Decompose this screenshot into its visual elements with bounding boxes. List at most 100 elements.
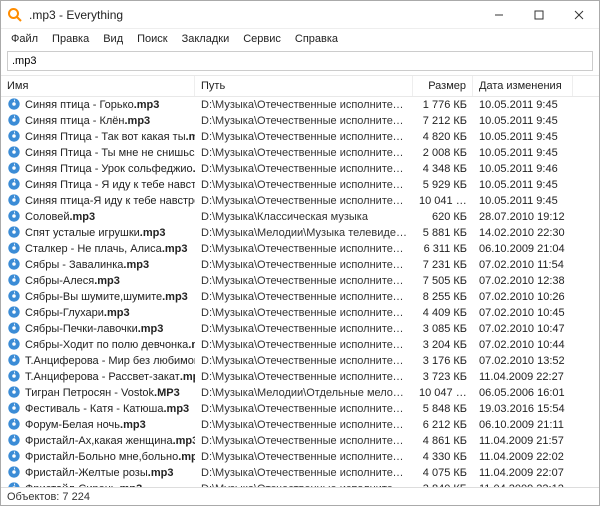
window-title: .mp3 - Everything [29,8,479,22]
file-path: D:\Музыка\Отечественные исполнители\9... [195,467,413,479]
file-date: 06.10.2009 21:04 [473,243,573,255]
file-name: Т.Анциферова - Рассвет-закат.mp3 [25,371,195,383]
table-row[interactable]: Сябры-Алеся.mp3D:\Музыка\Отечественные и… [1,273,599,289]
menu-view[interactable]: Вид [97,31,129,47]
table-row[interactable]: Синяя Птица - Так вот какая ты.mp3D:\Муз… [1,129,599,145]
table-row[interactable]: Тигран Петросян - Vostok.MP3D:\Музыка\Ме… [1,385,599,401]
file-size: 3 085 КБ [413,323,473,335]
titlebar: .mp3 - Everything [1,1,599,29]
file-size: 4 409 КБ [413,307,473,319]
table-row[interactable]: Синяя Птица - Я иду к тебе навстречу.м..… [1,177,599,193]
table-row[interactable]: Синяя Птица - Урок сольфеджио.mp3D:\Музы… [1,161,599,177]
file-date: 10.05.2011 9:46 [473,163,573,175]
table-row[interactable]: Сябры - Завалинка.mp3D:\Музыка\Отечестве… [1,257,599,273]
mp3-file-icon [7,273,21,290]
mp3-file-icon [7,161,21,178]
mp3-file-icon [7,401,21,418]
menubar: Файл Правка Вид Поиск Закладки Сервис Сп… [1,29,599,49]
mp3-file-icon [7,369,21,386]
file-date: 07.02.2010 12:38 [473,275,573,287]
file-size: 4 820 КБ [413,131,473,143]
file-size: 5 881 КБ [413,227,473,239]
column-header-path[interactable]: Путь [195,76,413,96]
file-date: 10.05.2011 9:45 [473,179,573,191]
table-row[interactable]: Фристайл-Больно мне,больно.mp3D:\Музыка\… [1,449,599,465]
mp3-file-icon [7,225,21,242]
table-row[interactable]: Фристайл-Желтые розы.mp3D:\Музыка\Отечес… [1,465,599,481]
file-path: D:\Музыка\Отечественные исполнители\8... [195,307,413,319]
table-row[interactable]: Фристайл-Ах,какая женщина.mp3D:\Музыка\О… [1,433,599,449]
file-size: 620 КБ [413,211,473,223]
file-size: 5 929 КБ [413,179,473,191]
file-path: D:\Музыка\Отечественные исполнители\8... [195,371,413,383]
mp3-file-icon [7,321,21,338]
search-input[interactable] [8,52,592,70]
table-row[interactable]: Синяя птица-Я иду к тебе навстречу.mp3D:… [1,193,599,209]
file-date: 11.04.2009 22:07 [473,467,573,479]
mp3-file-icon [7,289,21,306]
table-row[interactable]: Соловей.mp3D:\Музыка\Классическая музыка… [1,209,599,225]
table-row[interactable]: Форум-Белая ночь.mp3D:\Музыка\Отечествен… [1,417,599,433]
file-size: 3 723 КБ [413,371,473,383]
file-name: Синяя Птица - Так вот какая ты.mp3 [25,131,195,143]
file-path: D:\Музыка\Отечественные исполнители\7... [195,195,413,207]
column-header-name[interactable]: Имя [1,76,195,96]
minimize-button[interactable] [479,1,519,29]
menu-search[interactable]: Поиск [131,31,173,47]
results-list[interactable]: Синяя птица - Горько.mp3D:\Музыка\Отечес… [1,97,599,487]
table-row[interactable]: Т.Анциферова - Рассвет-закат.mp3D:\Музык… [1,369,599,385]
file-name: Сябры-Алеся.mp3 [25,275,120,287]
file-path: D:\Музыка\Отечественные исполнители\7... [195,99,413,111]
file-path: D:\Музыка\Отечественные исполнители\8... [195,403,413,415]
menu-bookmarks[interactable]: Закладки [176,31,236,47]
mp3-file-icon [7,385,21,402]
file-path: D:\Музыка\Отечественные исполнители\7... [195,355,413,367]
mp3-file-icon [7,305,21,322]
table-row[interactable]: Фестиваль - Катя - Катюша.mp3 D:\Музыка\О… [1,401,599,417]
file-size: 2 008 КБ [413,147,473,159]
file-size: 10 041 КБ [413,195,473,207]
file-size: 7 212 КБ [413,115,473,127]
mp3-file-icon [7,177,21,194]
table-row[interactable]: Сябры-Глухари.mp3D:\Музыка\Отечественные… [1,305,599,321]
menu-service[interactable]: Сервис [237,31,287,47]
table-row[interactable]: Синяя птица - Клён.mp3D:\Музыка\Отечеств… [1,113,599,129]
table-row[interactable]: Синяя Птица - Ты мне не снишься.mp3D:\Му… [1,145,599,161]
column-header-date[interactable]: Дата изменения [473,76,573,96]
table-row[interactable]: Сябры-Ходит по полю девчонка.mp3D:\Музык… [1,337,599,353]
table-row[interactable]: Сябры-Вы шумите,шумите.mp3D:\Музыка\Отеч… [1,289,599,305]
file-name: Синяя Птица - Ты мне не снишься.mp3 [25,147,195,159]
file-name: Синяя птица-Я иду к тебе навстречу.mp3 [25,195,195,207]
file-size: 5 848 КБ [413,403,473,415]
file-name: Сталкер - Не плачь, Алиса.mp3 [25,243,188,255]
table-row[interactable]: Сталкер - Не плачь, Алиса.mp3D:\Музыка\О… [1,241,599,257]
file-path: D:\Музыка\Отечественные исполнители\7... [195,163,413,175]
table-row[interactable]: Синяя птица - Горько.mp3D:\Музыка\Отечес… [1,97,599,113]
column-header-size[interactable]: Размер [413,76,473,96]
table-row[interactable]: Сябры-Печки-лавочки.mp3D:\Музыка\Отечест… [1,321,599,337]
table-row[interactable]: Т.Анциферова - Мир без любимого.mp3D:\Му… [1,353,599,369]
object-count: Объектов: 7 224 [7,491,90,503]
file-name: Сябры-Ходит по полю девчонка.mp3 [25,339,195,351]
mp3-file-icon [7,241,21,258]
mp3-file-icon [7,97,21,114]
file-size: 6 311 КБ [413,243,473,255]
menu-help[interactable]: Справка [289,31,344,47]
table-row[interactable]: Спят усталые игрушки.mp3D:\Музыка\Мелоди… [1,225,599,241]
file-path: D:\Музыка\Отечественные исполнители\7... [195,115,413,127]
status-bar: Объектов: 7 224 [1,487,599,505]
file-path: D:\Музыка\Мелодии\Музыка телевидения ... [195,227,413,239]
file-name: Фестиваль - Катя - Катюша.mp3 [25,403,189,415]
file-path: D:\Музыка\Отечественные исполнители\8... [195,259,413,271]
file-path: D:\Музыка\Отечественные исполнители\7... [195,147,413,159]
mp3-file-icon [7,129,21,146]
mp3-file-icon [7,337,21,354]
file-date: 06.05.2006 16:01 [473,387,573,399]
menu-edit[interactable]: Правка [46,31,95,47]
close-button[interactable] [559,1,599,29]
file-date: 07.02.2010 10:47 [473,323,573,335]
menu-file[interactable]: Файл [5,31,44,47]
maximize-button[interactable] [519,1,559,29]
file-path: D:\Музыка\Отечественные исполнители\9... [195,419,413,431]
file-path: D:\Музыка\Классическая музыка [195,211,413,223]
